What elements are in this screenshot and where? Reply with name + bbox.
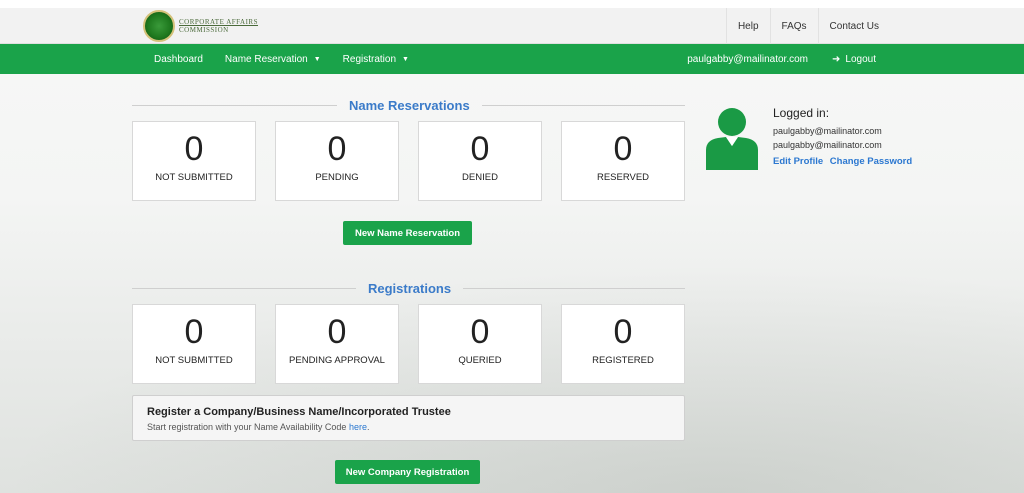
card-label: PENDING [315, 172, 359, 183]
nr-not-submitted-card[interactable]: 0 NOT SUBMITTED [132, 121, 256, 201]
card-label: QUERIED [458, 355, 502, 366]
registrations-title: Registrations [368, 280, 452, 296]
caret-down-icon: ▼ [402, 55, 409, 63]
register-title: Register a Company/Business Name/Incorpo… [147, 406, 451, 418]
change-password-link[interactable]: Change Password [830, 156, 912, 167]
card-count: 0 [184, 313, 204, 351]
card-count: 0 [184, 130, 204, 168]
logout-icon: ➜ [832, 53, 841, 65]
registrations-heading: Registrations [132, 280, 685, 296]
new-company-registration-button[interactable]: New Company Registration [335, 460, 480, 484]
register-subtitle: Start registration with your Name Availa… [147, 422, 369, 432]
divider [132, 287, 356, 289]
nav-name-reservation-label: Name Reservation [224, 53, 308, 65]
name-reservations-heading: Name Reservations [132, 97, 685, 113]
top-frame [0, 0, 1024, 8]
faqs-link[interactable]: FAQs [769, 8, 818, 44]
new-name-reservation-button[interactable]: New Name Reservation [343, 221, 472, 245]
card-count: 0 [613, 130, 633, 168]
card-label: RESERVED [596, 172, 650, 183]
card-count: 0 [613, 313, 633, 351]
register-here-link[interactable]: here [349, 422, 367, 432]
nav-dashboard-label: Dashboard [154, 53, 203, 65]
logo-line-1: CORPORATE AFFAIRS [179, 18, 258, 26]
register-text: Start registration with your Name Availa… [147, 422, 347, 432]
card-count: 0 [327, 130, 347, 168]
nav-name-reservation-dropdown[interactable]: Name Reservation ▼ [214, 54, 332, 65]
profile-email: paulgabby@mailinator.com [773, 140, 882, 150]
nav-registration-dropdown[interactable]: Registration ▼ [332, 54, 420, 65]
card-count: 0 [327, 313, 347, 351]
reg-registered-card[interactable]: 0 REGISTERED [561, 304, 685, 384]
nr-denied-card[interactable]: 0 DENIED [418, 121, 542, 201]
divider [481, 104, 685, 106]
coat-of-arms-icon [143, 10, 175, 42]
nr-reserved-card[interactable]: 0 RESERVED [561, 121, 685, 201]
card-count: 0 [470, 313, 490, 351]
cac-logo[interactable]: CORPORATE AFFAIRS COMMISSION [143, 10, 258, 42]
nav-registration-label: Registration [342, 53, 397, 65]
top-links: Help FAQs Contact Us [725, 8, 890, 44]
card-label: DENIED [462, 172, 498, 183]
logout-button[interactable]: ➜ Logout [832, 54, 876, 65]
nav-user-email[interactable]: paulgabby@mailinator.com [687, 54, 808, 65]
card-label: NOT SUBMITTED [155, 355, 233, 366]
logo-line-2: COMMISSION [179, 26, 229, 34]
card-label: NOT SUBMITTED [155, 172, 233, 183]
caret-down-icon: ▼ [313, 55, 321, 63]
divider [463, 287, 685, 289]
nav-right: paulgabby@mailinator.com ➜ Logout [687, 44, 876, 74]
contact-us-link[interactable]: Contact Us [817, 8, 890, 44]
logged-in-title: Logged in: [773, 106, 830, 120]
nav-dashboard[interactable]: Dashboard [143, 54, 214, 65]
edit-profile-link[interactable]: Edit Profile [773, 156, 823, 167]
nr-pending-card[interactable]: 0 PENDING [275, 121, 399, 201]
register-period: . [366, 422, 370, 432]
profile-email: paulgabby@mailinator.com [773, 126, 882, 136]
user-avatar-icon [706, 108, 758, 170]
profile-links: Edit Profile Change Password [773, 156, 916, 167]
top-bar: CORPORATE AFFAIRS COMMISSION Help FAQs C… [0, 8, 1024, 44]
card-label: PENDING APPROVAL [289, 355, 385, 366]
name-reservations-title: Name Reservations [349, 97, 470, 113]
register-info-box: Register a Company/Business Name/Incorpo… [132, 395, 685, 441]
logout-label: Logout [845, 53, 876, 65]
reg-pending-approval-card[interactable]: 0 PENDING APPROVAL [275, 304, 399, 384]
logo-text: CORPORATE AFFAIRS COMMISSION [179, 18, 258, 34]
divider [132, 104, 337, 106]
nav-left: Dashboard Name Reservation ▼ Registration… [143, 44, 420, 74]
help-link[interactable]: Help [725, 8, 770, 44]
main-navbar: Dashboard Name Reservation ▼ Registration… [0, 44, 1024, 74]
card-count: 0 [470, 130, 490, 168]
reg-not-submitted-card[interactable]: 0 NOT SUBMITTED [132, 304, 256, 384]
reg-queried-card[interactable]: 0 QUERIED [418, 304, 542, 384]
card-label: REGISTERED [592, 355, 654, 366]
